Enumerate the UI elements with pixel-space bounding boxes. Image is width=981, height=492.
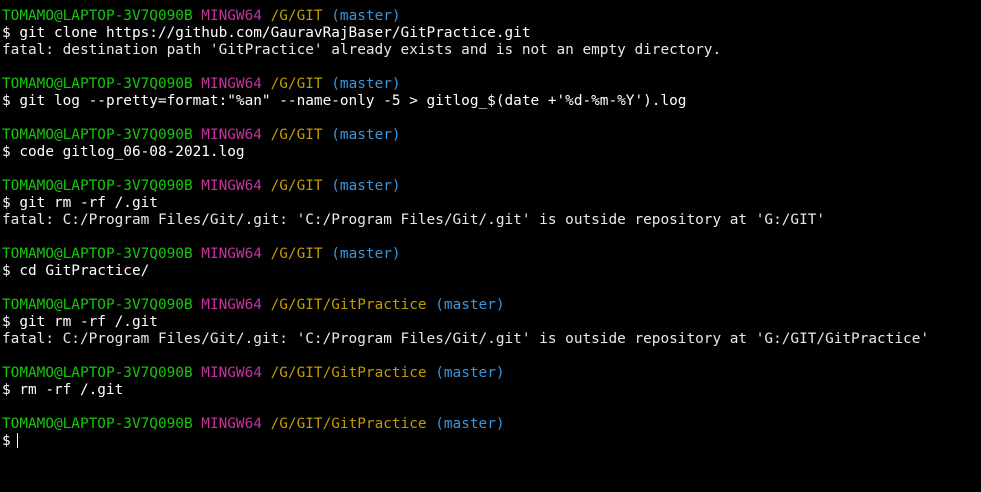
command-line: $ git rm -rf /.git xyxy=(2,314,158,330)
prompt-system: MINGW64 xyxy=(201,178,262,194)
text-cursor xyxy=(16,433,18,448)
prompt-branch: (master) xyxy=(331,8,401,24)
prompt-line: TOMAMO@LAPTOP-3V7Q090B MINGW64 /G/GIT/Gi… xyxy=(2,365,981,382)
prompt-path: /G/GIT xyxy=(270,8,323,24)
prompt-path: /G/GIT xyxy=(270,127,323,143)
prompt-system: MINGW64 xyxy=(201,76,262,92)
prompt-user: TOMAMO@LAPTOP-3V7Q090B xyxy=(2,416,193,432)
prompt-system: MINGW64 xyxy=(201,246,262,262)
prompt-line: TOMAMO@LAPTOP-3V7Q090B MINGW64 /G/GIT (m… xyxy=(2,8,981,25)
prompt-branch: (master) xyxy=(435,416,505,432)
input-prompt-symbol: $ xyxy=(2,433,11,449)
prompt-branch: (master) xyxy=(331,178,401,194)
command-line: $ git clone https://github.com/GauravRaj… xyxy=(2,25,531,41)
prompt-user: TOMAMO@LAPTOP-3V7Q090B xyxy=(2,297,193,313)
prompt-line: TOMAMO@LAPTOP-3V7Q090B MINGW64 /G/GIT (m… xyxy=(2,127,981,144)
prompt-system: MINGW64 xyxy=(201,127,262,143)
prompt-system: MINGW64 xyxy=(201,365,262,381)
prompt-user: TOMAMO@LAPTOP-3V7Q090B xyxy=(2,365,193,381)
prompt-path: /G/GIT/GitPractice xyxy=(270,365,427,381)
prompt-branch: (master) xyxy=(435,365,505,381)
prompt-path: /G/GIT/GitPractice xyxy=(270,297,427,313)
command-line: $ rm -rf /.git xyxy=(2,382,124,398)
prompt-path: /G/GIT xyxy=(270,178,323,194)
command-line: $ cd GitPractice/ xyxy=(2,263,150,279)
prompt-user: TOMAMO@LAPTOP-3V7Q090B xyxy=(2,178,193,194)
prompt-branch: (master) xyxy=(331,246,401,262)
prompt-system: MINGW64 xyxy=(201,297,262,313)
command-line: $ code gitlog_06-08-2021.log xyxy=(2,144,245,160)
command-output: fatal: C:/Program Files/Git/.git: 'C:/Pr… xyxy=(2,212,826,228)
prompt-line: TOMAMO@LAPTOP-3V7Q090B MINGW64 /G/GIT (m… xyxy=(2,178,981,195)
prompt-path: /G/GIT xyxy=(270,246,323,262)
prompt-user: TOMAMO@LAPTOP-3V7Q090B xyxy=(2,246,193,262)
command-output: fatal: destination path 'GitPractice' al… xyxy=(2,42,722,58)
prompt-line: TOMAMO@LAPTOP-3V7Q090B MINGW64 /G/GIT/Gi… xyxy=(2,416,981,433)
prompt-line: TOMAMO@LAPTOP-3V7Q090B MINGW64 /G/GIT (m… xyxy=(2,76,981,93)
prompt-user: TOMAMO@LAPTOP-3V7Q090B xyxy=(2,8,193,24)
terminal-window[interactable]: TOMAMO@LAPTOP-3V7Q090B MINGW64 /G/GIT (m… xyxy=(0,0,981,492)
prompt-user: TOMAMO@LAPTOP-3V7Q090B xyxy=(2,127,193,143)
prompt-branch: (master) xyxy=(331,76,401,92)
prompt-system: MINGW64 xyxy=(201,416,262,432)
command-line: $ git rm -rf /.git xyxy=(2,195,158,211)
prompt-user: TOMAMO@LAPTOP-3V7Q090B xyxy=(2,76,193,92)
prompt-path: /G/GIT/GitPractice xyxy=(270,416,427,432)
prompt-path: /G/GIT xyxy=(270,76,323,92)
prompt-branch: (master) xyxy=(331,127,401,143)
command-output: fatal: C:/Program Files/Git/.git: 'C:/Pr… xyxy=(2,331,930,347)
command-input-line[interactable]: $ xyxy=(2,433,981,450)
prompt-line: TOMAMO@LAPTOP-3V7Q090B MINGW64 /G/GIT/Gi… xyxy=(2,297,981,314)
prompt-line: TOMAMO@LAPTOP-3V7Q090B MINGW64 /G/GIT (m… xyxy=(2,246,981,263)
prompt-branch: (master) xyxy=(435,297,505,313)
command-line: $ git log --pretty=format:"%an" --name-o… xyxy=(2,93,687,109)
prompt-system: MINGW64 xyxy=(201,8,262,24)
